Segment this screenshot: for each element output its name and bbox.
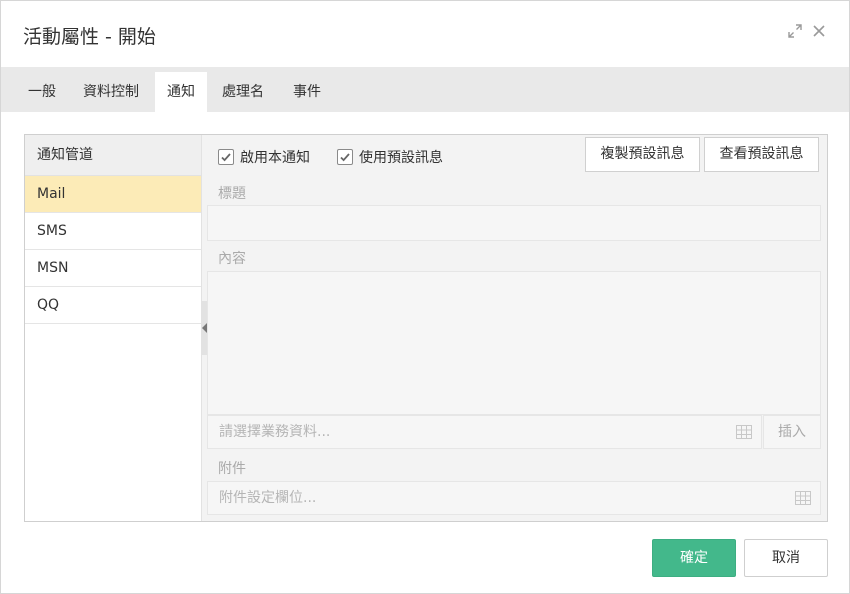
channel-list-header: 通知管道: [25, 135, 201, 176]
channel-item-mail[interactable]: Mail: [25, 176, 201, 213]
checkbox-checked-icon: [337, 149, 353, 165]
grid-icon[interactable]: [795, 491, 811, 505]
checkbox-checked-icon: [218, 149, 234, 165]
tab-bar: 一般 資料控制 通知 處理名 事件: [1, 67, 849, 112]
channel-list: 通知管道 Mail SMS MSN QQ: [25, 135, 202, 521]
business-data-select[interactable]: 請選擇業務資料...: [207, 415, 762, 449]
copy-default-message-button[interactable]: 複製預設訊息: [585, 137, 700, 172]
tab-handler-name[interactable]: 處理名: [207, 72, 279, 112]
activity-properties-dialog: 活動屬性 - 開始 一般 資料控制 通知 處理名 事件 通知管道 Mail SM…: [0, 0, 850, 594]
channel-item-sms[interactable]: SMS: [25, 213, 201, 250]
channel-settings: 啟用本通知 使用預設訊息 複製預設訊息 查看預設訊息 標題 內容 請選擇業務資料…: [207, 135, 827, 521]
close-icon[interactable]: [811, 23, 827, 39]
attachment-label: 附件: [218, 461, 246, 477]
expand-icon[interactable]: [787, 23, 803, 39]
grid-icon[interactable]: [736, 425, 752, 439]
notification-panel: 通知管道 Mail SMS MSN QQ 啟用本通知 使用預設訊息 複製預設訊息…: [24, 134, 828, 522]
notify-toolbar: 啟用本通知 使用預設訊息 複製預設訊息 查看預設訊息: [207, 135, 827, 176]
ok-button[interactable]: 確定: [652, 539, 736, 577]
enable-notification-label: 啟用本通知: [240, 150, 310, 166]
channel-item-msn[interactable]: MSN: [25, 250, 201, 287]
subject-label: 標題: [218, 186, 246, 202]
title-bar: 活動屬性 - 開始: [1, 1, 849, 67]
window-controls: [787, 23, 827, 39]
subject-input[interactable]: [207, 205, 821, 241]
business-data-placeholder: 請選擇業務資料...: [219, 424, 331, 440]
tab-events[interactable]: 事件: [279, 72, 335, 112]
enable-notification-checkbox[interactable]: 啟用本通知: [218, 147, 310, 167]
tab-notification[interactable]: 通知: [155, 72, 207, 112]
channel-item-qq[interactable]: QQ: [25, 287, 201, 324]
view-default-message-button[interactable]: 查看預設訊息: [704, 137, 819, 172]
tab-general[interactable]: 一般: [16, 72, 68, 112]
insert-button[interactable]: 插入: [763, 415, 821, 449]
content-textarea[interactable]: [207, 271, 821, 415]
use-default-message-checkbox[interactable]: 使用預設訊息: [337, 147, 443, 167]
attachment-placeholder: 附件設定欄位...: [219, 490, 317, 506]
use-default-message-label: 使用預設訊息: [359, 150, 443, 166]
content-label: 內容: [218, 251, 246, 267]
dialog-title: 活動屬性 - 開始: [23, 26, 156, 48]
tab-data-control[interactable]: 資料控制: [68, 72, 154, 112]
attachment-field[interactable]: 附件設定欄位...: [207, 481, 821, 515]
cancel-button[interactable]: 取消: [744, 539, 828, 577]
